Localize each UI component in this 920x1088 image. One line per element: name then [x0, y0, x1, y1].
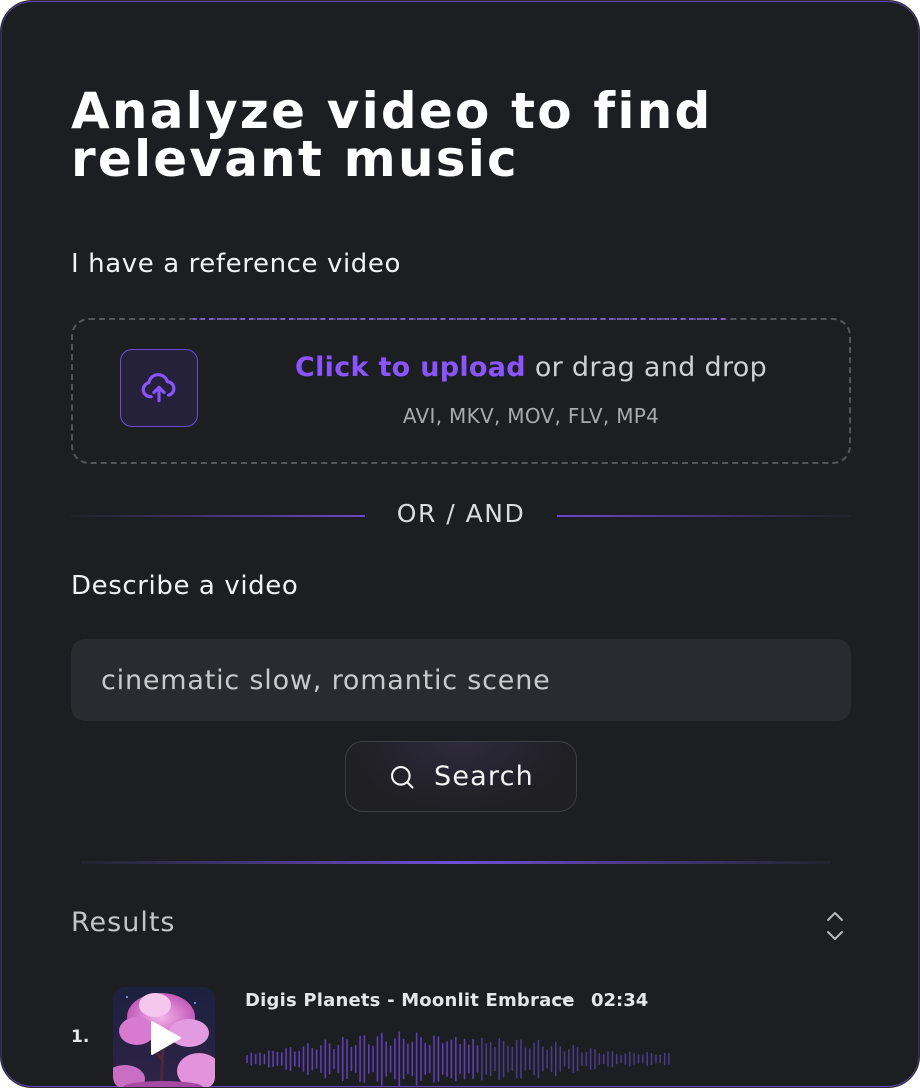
title-separator: —: [553, 988, 571, 1009]
results-heading: Results: [71, 907, 176, 938]
upload-instructions: Click to upload or drag and drop: [213, 352, 849, 383]
describe-video-label: Describe a video: [71, 571, 299, 601]
click-to-upload-link[interactable]: Click to upload: [295, 352, 526, 383]
supported-formats: AVI, MKV, MOV, FLV, MP4: [402, 404, 660, 428]
drag-drop-text: or drag and drop: [525, 352, 768, 383]
result-index: 1.: [71, 1027, 90, 1047]
page-title-line-2: relevant music: [71, 130, 519, 188]
chevrons-up-down-icon[interactable]: [821, 909, 849, 943]
track-duration: 02:34: [591, 990, 649, 1011]
play-icon[interactable]: [149, 1020, 183, 1056]
search-button[interactable]: Search: [345, 741, 577, 812]
track-title: Digis Planets - Moonlit Embrace: [245, 990, 575, 1011]
results-divider: [81, 861, 831, 864]
music-finder-card: Analyze video to find relevant music I ha…: [0, 0, 920, 1088]
search-button-label: Search: [434, 761, 534, 792]
track-waveform[interactable]: [245, 1028, 675, 1088]
divider-line-left: [71, 515, 365, 517]
page-title: Analyze video to find relevant music: [71, 86, 851, 184]
upload-icon-box[interactable]: [120, 349, 198, 427]
divider-line-right: [557, 515, 851, 517]
search-icon: [391, 765, 414, 789]
track-thumbnail[interactable]: [113, 987, 215, 1087]
reference-video-label: I have a reference video: [71, 249, 402, 279]
video-upload-dropzone[interactable]: Click to upload or drag and drop AVI, MK…: [71, 318, 851, 464]
video-description-input[interactable]: [71, 639, 851, 721]
cloud-upload-icon: [141, 373, 176, 403]
or-and-divider: OR / AND: [396, 499, 526, 528]
